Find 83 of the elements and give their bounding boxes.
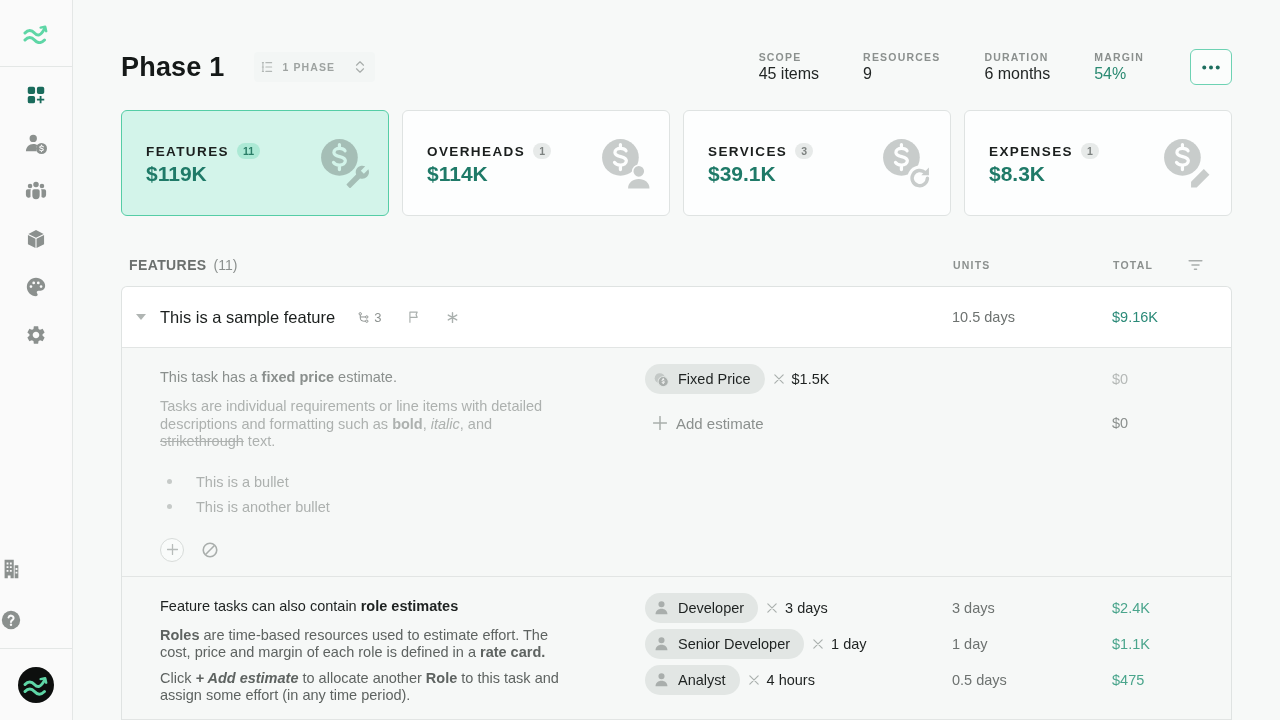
column-header: TOTAL [1113,259,1154,271]
bullet-text: This is another bullet [196,497,330,516]
feature-units: 10.5 days [952,309,1016,325]
section-title: FEATURES [129,257,207,273]
multiply-icon [813,638,824,649]
user-dollar-icon[interactable] [25,132,47,154]
task-heading: Feature tasks can also contain role estimates [160,596,460,616]
estimate-units: 1 day [952,635,989,652]
stat-value: 45 items [758,65,820,83]
filter-icon[interactable] [1187,259,1204,271]
asterisk-icon[interactable] [446,310,460,324]
person-icon [653,671,670,688]
estimate-units: 0.5 days [952,671,1008,688]
palette-icon[interactable] [25,276,47,298]
person-icon [653,599,670,616]
category-card[interactable]: FEATURES 11 $119K [121,110,389,216]
card-value: $39.1K [708,162,777,186]
more-icon [1202,64,1220,70]
person-icon [653,635,670,652]
branch-icon [357,310,371,324]
caret-icon[interactable] [135,313,147,321]
help-icon[interactable] [0,608,22,631]
stat-value: 54% [1094,65,1128,83]
settings-icon[interactable] [25,324,47,346]
card-title: EXPENSES [989,143,1073,159]
section-count: (11) [213,257,238,273]
estimate-chip[interactable]: Developer [645,592,759,623]
team-icon[interactable] [25,180,47,202]
page-title: Phase 1 [121,51,225,83]
add-button[interactable] [160,537,184,562]
count-badge: 1 [1081,143,1099,159]
card-title: OVERHEADS [427,143,526,159]
card-value: $119K [146,162,208,186]
stat-label: DURATION [984,51,1050,63]
bullet-icon [167,479,172,484]
cube-icon[interactable] [25,228,47,250]
category-card[interactable]: SERVICES 3 $39.1K [683,110,951,216]
plus-icon [653,416,667,430]
estimate-total: $0 [1112,371,1130,387]
stat-label: SCOPE [758,51,803,63]
bullet-text: This is a bullet [196,472,289,491]
estimate-total: $1.1K [1112,635,1151,652]
card-title: SERVICES [708,143,788,159]
task-description: Tasks are individual requirements or line items with detailed descriptions and formatting such as bold, italic, and strikethrough text. [160,398,543,451]
multiply-icon [748,674,759,685]
estimate-quantity[interactable]: 4 hours [766,671,815,688]
list-icon [260,60,275,74]
feature-title[interactable]: This is a sample feature [160,307,336,327]
coins-icon [653,370,670,388]
estimate-chip[interactable]: Senior Developer [645,628,805,659]
task-description: Click + Add estimate to allocate another Role to this task and assign some effort (in any time period). [160,669,560,705]
stat-label: RESOURCES [863,51,941,63]
column-header: UNITS [953,259,992,271]
category-card[interactable]: OVERHEADS 1 $114K [402,110,670,216]
grid-plus-icon[interactable] [25,84,47,106]
card-value: $114K [427,162,489,186]
estimate-total: $2.4K [1112,599,1151,616]
card-value: $8.3K [989,162,1047,186]
estimate-quantity[interactable]: 3 days [785,599,828,616]
task-description: Roles are time-based resources used to estimate effort. The cost, price and margin of each role is defined in a rate card. [160,626,549,662]
estimate-quantity[interactable]: 1 day [831,635,867,652]
task-heading: This task has a fixed price estimate. [160,368,398,387]
estimate-total: $0 [1112,415,1130,431]
bullet-icon [167,504,172,509]
stat-value: 6 months [984,65,1051,83]
stat-label: MARGIN [1094,51,1144,63]
count-badge: 3 [795,143,814,159]
category-card[interactable]: EXPENSES 1 $8.3K [964,110,1232,216]
estimate-units: 3 days [952,599,996,616]
link-count: 3 [374,309,382,325]
count-badge: 11 [236,143,261,159]
more-button[interactable] [1190,49,1232,85]
estimate-total: $475 [1112,671,1146,688]
plus-icon [166,544,178,555]
multiply-icon [767,602,778,613]
feature-total: $9.16K [1112,309,1159,325]
avatar-icon[interactable] [18,666,54,703]
estimate-chip[interactable]: Analyst [645,664,740,695]
ban-icon[interactable] [202,541,218,558]
multiply-icon [773,374,784,384]
stat-value: 9 [863,65,873,83]
card-title: FEATURES [146,143,229,159]
count-badge: 1 [533,143,551,159]
